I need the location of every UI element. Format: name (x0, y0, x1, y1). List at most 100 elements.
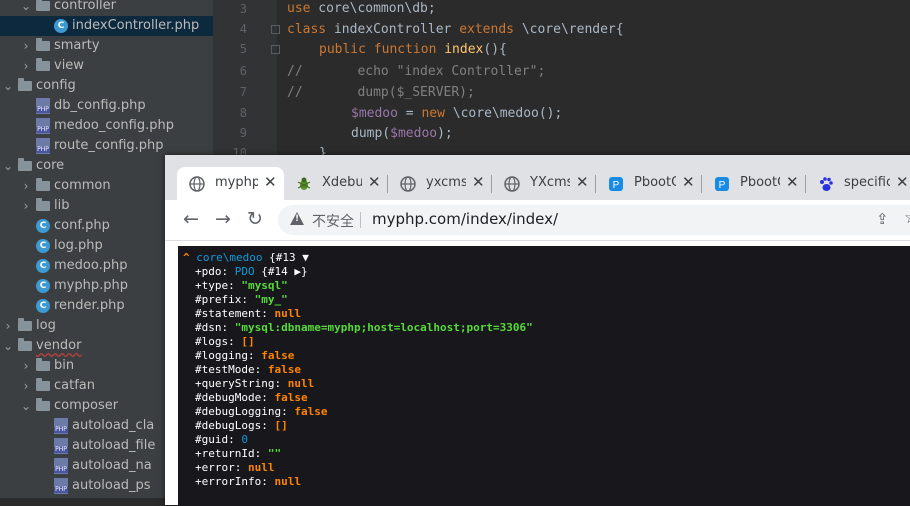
expand-arrow-icon[interactable]: › (20, 196, 32, 216)
close-tab-icon[interactable]: ✕ (472, 173, 485, 191)
keyword-use: use (287, 1, 311, 16)
expand-arrow-icon[interactable]: › (20, 176, 32, 196)
property-value: [] (241, 335, 255, 348)
browser-tab[interactable]: Xdebug ✕ (284, 167, 388, 200)
tree-item-label: indexController.php (72, 18, 200, 33)
page-content: ^ core\medoo {#13 ▼ +pdo: PDO {#14 ▶} +typ… (165, 241, 910, 506)
php-file-icon: PHP (36, 118, 50, 134)
php-icon-text: PHP (54, 426, 68, 433)
keyword-new: new (421, 106, 445, 121)
tree-item-label: common (54, 178, 111, 193)
back-button[interactable]: ← (183, 208, 199, 230)
expand-arrow-icon[interactable]: ⌄ (20, 396, 32, 416)
variable-medoo: $medoo (351, 106, 398, 121)
expand-arrow-icon[interactable]: › (20, 36, 32, 56)
code-line-5: public function index(){ (319, 40, 507, 60)
property-value: "mysql:dbname=myphp;host=localhost;port=… (234, 321, 533, 334)
fold-marker-icon[interactable] (271, 45, 280, 54)
browser-tab[interactable]: P PbootCMS ✕ (596, 167, 702, 200)
baidu-icon (818, 176, 834, 192)
reload-button[interactable]: ↻ (247, 208, 263, 230)
close-tab-icon[interactable]: ✕ (786, 173, 799, 191)
warning-icon[interactable] (290, 212, 304, 225)
close-tab-icon[interactable]: ✕ (896, 173, 909, 191)
share-icon[interactable]: ⇪ (876, 210, 889, 228)
php-file-icon: PHP (54, 478, 68, 494)
line-number: 3 (239, 2, 247, 16)
expand-arrow-icon[interactable]: › (2, 316, 14, 336)
keyword-class: class (287, 22, 327, 37)
tree-item-route-config-php[interactable]: PHP route_config.php (0, 136, 213, 156)
tree-item-config[interactable]: ⌄ config (0, 76, 213, 96)
property-value: null (287, 377, 315, 390)
dump-property: +returnId: "" (195, 447, 282, 460)
tree-item-smarty[interactable]: › smarty (0, 36, 213, 56)
browser-tab[interactable]: myphp ✕ (177, 167, 284, 200)
property-value: false (294, 405, 328, 418)
browser-tab[interactable]: specific ✕ (806, 167, 910, 200)
php-file-icon: PHP (54, 458, 68, 474)
close-tab-icon[interactable]: ✕ (368, 173, 381, 191)
dump-property: #debugMode: false (195, 391, 308, 404)
folder-icon (18, 158, 32, 171)
property-name: returnId (201, 447, 255, 460)
close-tab-icon[interactable]: ✕ (264, 173, 277, 191)
visibility-marker: + (195, 447, 202, 460)
svg-text:P: P (613, 180, 620, 191)
dump-object-id[interactable]: {#14 ▶} (255, 265, 307, 278)
tree-item-label: myphp.php (54, 278, 128, 293)
function-params: (){ (483, 42, 507, 57)
comment-dump: // dump($_SERVER); (287, 85, 475, 100)
php-icon-text: PHP (36, 146, 50, 153)
security-status[interactable]: 不安全 (312, 211, 354, 231)
folder-icon (18, 318, 32, 331)
tree-item-label: medoo_config.php (54, 118, 174, 133)
property-name: debugLogs (201, 419, 262, 432)
tree-item-label: autoload_cla (72, 418, 155, 433)
code-line-7: // dump($_SERVER); (287, 83, 475, 103)
expand-arrow-icon[interactable]: ⌄ (2, 76, 14, 96)
url-text[interactable]: myphp.com/index/index/ (372, 210, 558, 228)
expand-arrow-icon[interactable]: › (20, 376, 32, 396)
tree-item-indexcontroller-php[interactable]: CindexController.php (0, 16, 213, 36)
dump-call-end: ); (437, 126, 453, 141)
expand-arrow-icon[interactable]: › (20, 356, 32, 376)
tree-item-medoo-config-php[interactable]: PHP medoo_config.php (0, 116, 213, 136)
globe-icon (400, 176, 416, 192)
browser-tab[interactable]: P PbootCMS ✕ (702, 167, 806, 200)
tree-item-label: medoo.php (54, 258, 128, 273)
bookmark-star-icon[interactable]: ☆ (904, 208, 910, 228)
tree-item-view[interactable]: › view (0, 56, 213, 76)
browser-tab[interactable]: YXcms ✕ (492, 167, 596, 200)
folder-icon (36, 198, 50, 211)
function-name: index (444, 42, 484, 57)
tab-title: PbootCMS (740, 175, 780, 190)
expand-arrow-icon[interactable]: ⌄ (2, 156, 14, 176)
forward-button[interactable]: → (215, 208, 231, 230)
visibility-marker: + (195, 279, 202, 292)
fold-marker-icon[interactable] (271, 25, 280, 34)
property-name: errorInfo (201, 475, 262, 488)
close-tab-icon[interactable]: ✕ (576, 173, 589, 191)
tree-item-controller[interactable]: ⌄ controller (0, 0, 213, 16)
dump-object-id[interactable]: {#13 ▼ (262, 251, 309, 264)
tree-item-db-config-php[interactable]: PHP db_config.php (0, 96, 213, 116)
tab-title: specific (844, 175, 890, 190)
property-value: "" (267, 447, 282, 460)
tab-title: Xdebug (322, 175, 362, 190)
browser-tab[interactable]: yxcms ✕ (388, 167, 492, 200)
address-bar[interactable]: 不安全 myphp.com/index/index/ ⇪ ☆ (278, 205, 910, 235)
folder-icon (36, 378, 50, 391)
variable-medoo-arg: $medoo (390, 126, 438, 141)
expand-arrow-icon[interactable]: ⌄ (2, 336, 14, 356)
collapse-caret-icon[interactable]: ^ (183, 251, 190, 264)
class-name: indexController (326, 22, 460, 37)
folder-icon (36, 38, 50, 51)
expand-arrow-icon[interactable]: › (20, 56, 32, 76)
visibility-marker: # (195, 433, 202, 446)
close-tab-icon[interactable]: ✕ (682, 173, 695, 191)
tab-title: myphp (215, 175, 258, 190)
code-line-8: $medoo = new \core\medoo(); (351, 104, 562, 124)
expand-arrow-icon[interactable]: ⌄ (20, 0, 32, 16)
keyword-public-function: public function (319, 42, 445, 57)
